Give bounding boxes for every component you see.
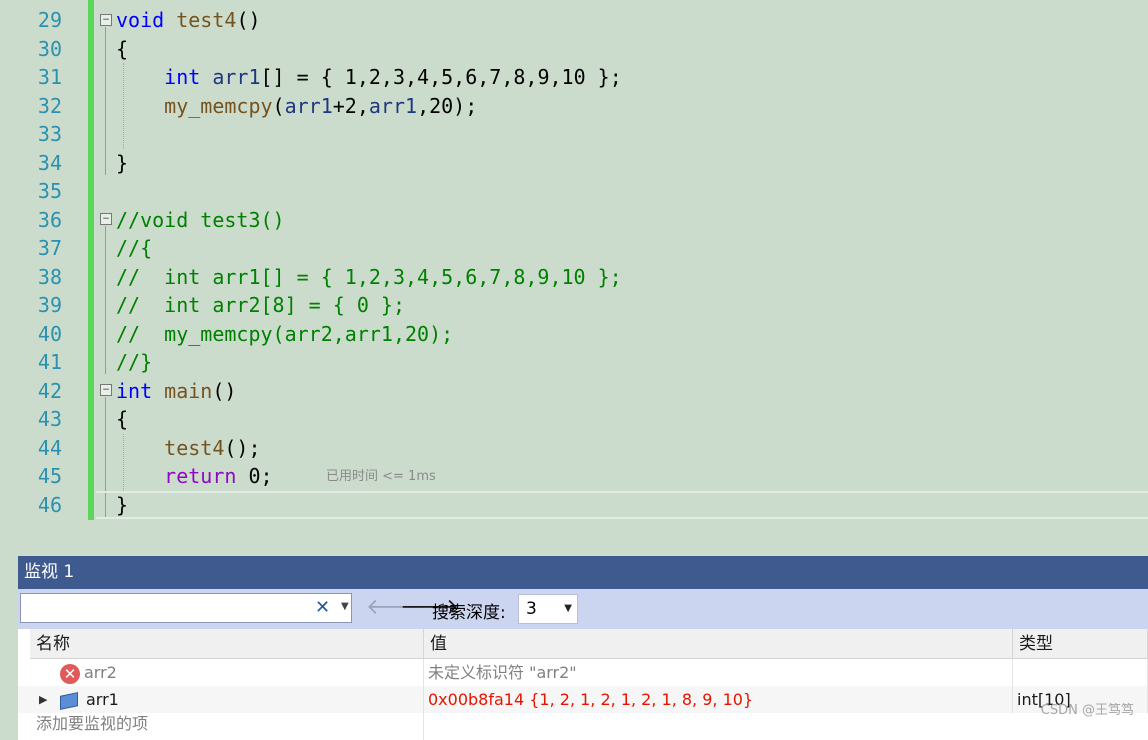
control-keyword: return — [164, 464, 237, 488]
search-input[interactable]: ✕ ▼ — [20, 593, 352, 623]
code-line-29[interactable]: void test4() — [116, 6, 261, 34]
variable: arr1 — [368, 94, 418, 118]
code-line-38[interactable]: // int arr1[] = { 1,2,3,4,5,6,7,8,9,10 }… — [116, 263, 622, 291]
watch-name-cell[interactable]: arr1 — [30, 686, 424, 713]
code-text: [] = { 1,2,3,4,5,6,7,8,9,10 }; — [260, 65, 622, 89]
watch-value: 0x00b8fa14 {1, 2, 1, 2, 1, 2, 1, 8, 9, 1… — [428, 690, 754, 709]
line-number: 39 — [37, 293, 62, 317]
keyword: int — [164, 65, 201, 89]
line-number: 31 — [37, 65, 62, 89]
line-number: 45 — [37, 464, 62, 488]
line-number: 33 — [37, 122, 62, 146]
chevron-down-icon: ▼ — [564, 603, 572, 614]
watch-value-cell[interactable]: 0x00b8fa14 {1, 2, 1, 2, 1, 2, 1, 8, 9, 1… — [424, 686, 1013, 713]
search-depth-select[interactable]: 3 ▼ — [518, 594, 578, 624]
column-header-type[interactable]: 类型 — [1013, 629, 1148, 659]
code-line-40[interactable]: // my_memcpy(arr2,arr1,20); — [116, 320, 453, 348]
close-icon[interactable]: ✕ — [315, 597, 330, 618]
code-text: (); — [224, 436, 261, 460]
line-number: 36 — [37, 208, 62, 232]
line-number: 43 — [37, 407, 62, 431]
function-name: main — [164, 379, 213, 403]
add-watch-item[interactable]: 添加要监视的项 — [30, 713, 424, 740]
watch-type-cell — [1013, 659, 1148, 686]
function-name: test4 — [176, 8, 237, 32]
collapse-minus-icon[interactable]: − — [100, 213, 112, 225]
fold-guide — [105, 226, 106, 374]
variable-cube-icon — [60, 691, 78, 710]
code-line-46[interactable]: } — [116, 491, 128, 519]
code-text: +2, — [332, 94, 369, 118]
watch-title[interactable]: 监视 1 — [18, 556, 1148, 589]
code-editor[interactable]: 29 30 31 32 33 34 35 36 37 38 39 40 41 4… — [0, 0, 1148, 548]
line-number: 35 — [37, 179, 62, 203]
line-number: 38 — [37, 265, 62, 289]
keyword: void — [116, 8, 165, 32]
code-line-45[interactable]: return 0; — [116, 462, 273, 490]
watch-add-row[interactable]: 添加要监视的项 — [18, 713, 1148, 740]
line-number: 41 — [37, 350, 62, 374]
change-tracking-bar — [88, 0, 94, 520]
watch-row[interactable]: ✕arr2 未定义标识符 "arr2"↻ — [18, 659, 1148, 687]
code-line-34[interactable]: } — [116, 149, 128, 177]
collapse-minus-icon[interactable]: − — [100, 384, 112, 396]
line-number: 34 — [37, 151, 62, 175]
code-line-32[interactable]: my_memcpy(arr1+2,arr1,20); — [116, 92, 477, 120]
current-line-highlight — [96, 491, 1148, 519]
code-line-42[interactable]: int main() — [116, 377, 236, 405]
code-text: ( — [272, 94, 285, 118]
elapsed-time-hint: 已用时间 <= 1ms — [326, 469, 436, 484]
variable: arr1 — [212, 65, 261, 89]
search-depth-value: 3 — [526, 599, 537, 619]
watch-toolbar: ✕ ▼ 🡐 🡒 搜索深度: 3 ▼ — [18, 589, 1148, 629]
watch-window: 监视 1 ✕ ▼ 🡐 🡒 搜索深度: 3 ▼ 名称 值 类型 ✕ arr2 未定义… — [18, 556, 1148, 740]
code-line-43[interactable]: { — [116, 405, 128, 433]
code-line-44[interactable]: test4(); — [116, 434, 261, 462]
watch-row[interactable]: ▶ arr1 0x00b8fa14 {1, 2, 1, 2, 1, 2, 1, … — [18, 686, 1148, 713]
watch-value: 未定义标识符 "arr2" — [428, 663, 577, 682]
code-text: 0; — [236, 464, 273, 488]
variable: arr1 — [284, 94, 333, 118]
watch-value-cell[interactable]: 未定义标识符 "arr2"↻ — [424, 659, 1013, 686]
collapse-minus-icon[interactable]: − — [100, 14, 112, 26]
line-number: 37 — [37, 236, 62, 260]
watch-name-cell[interactable]: ✕ arr2 — [30, 659, 424, 686]
line-number: 30 — [37, 37, 62, 61]
code-line-30[interactable]: { — [116, 35, 128, 63]
chevron-down-icon[interactable]: ▼ — [341, 601, 349, 612]
code-line-39[interactable]: // int arr2[8] = { 0 }; — [116, 291, 405, 319]
code-text: () — [236, 8, 261, 32]
line-number: 29 — [37, 8, 62, 32]
error-circle-icon: ✕ — [60, 663, 80, 684]
function-name: my_memcpy — [164, 94, 273, 118]
line-number: 46 — [37, 493, 62, 517]
watermark: CSDN @王笃笃 — [1040, 703, 1134, 718]
keyword: int — [116, 379, 153, 403]
code-line-37[interactable]: //{ — [116, 234, 152, 262]
code-line-41[interactable]: //} — [116, 348, 152, 376]
watch-name: arr2 — [84, 663, 117, 682]
code-text: () — [212, 379, 237, 403]
fold-guide — [105, 27, 106, 175]
line-number: 44 — [37, 436, 62, 460]
line-number: 40 — [37, 322, 62, 346]
code-text: ,20); — [417, 94, 478, 118]
code-line-31[interactable]: int arr1[] = { 1,2,3,4,5,6,7,8,9,10 }; — [116, 63, 622, 91]
column-header-name[interactable]: 名称 — [30, 629, 424, 659]
line-number: 32 — [37, 94, 62, 118]
column-header-value[interactable]: 值 — [424, 629, 1013, 659]
line-number: 42 — [37, 379, 62, 403]
function-name: test4 — [164, 436, 225, 460]
watch-name: arr1 — [86, 690, 119, 709]
code-line-36[interactable]: //void test3() — [116, 206, 285, 234]
search-depth-label: 搜索深度: — [432, 603, 506, 623]
